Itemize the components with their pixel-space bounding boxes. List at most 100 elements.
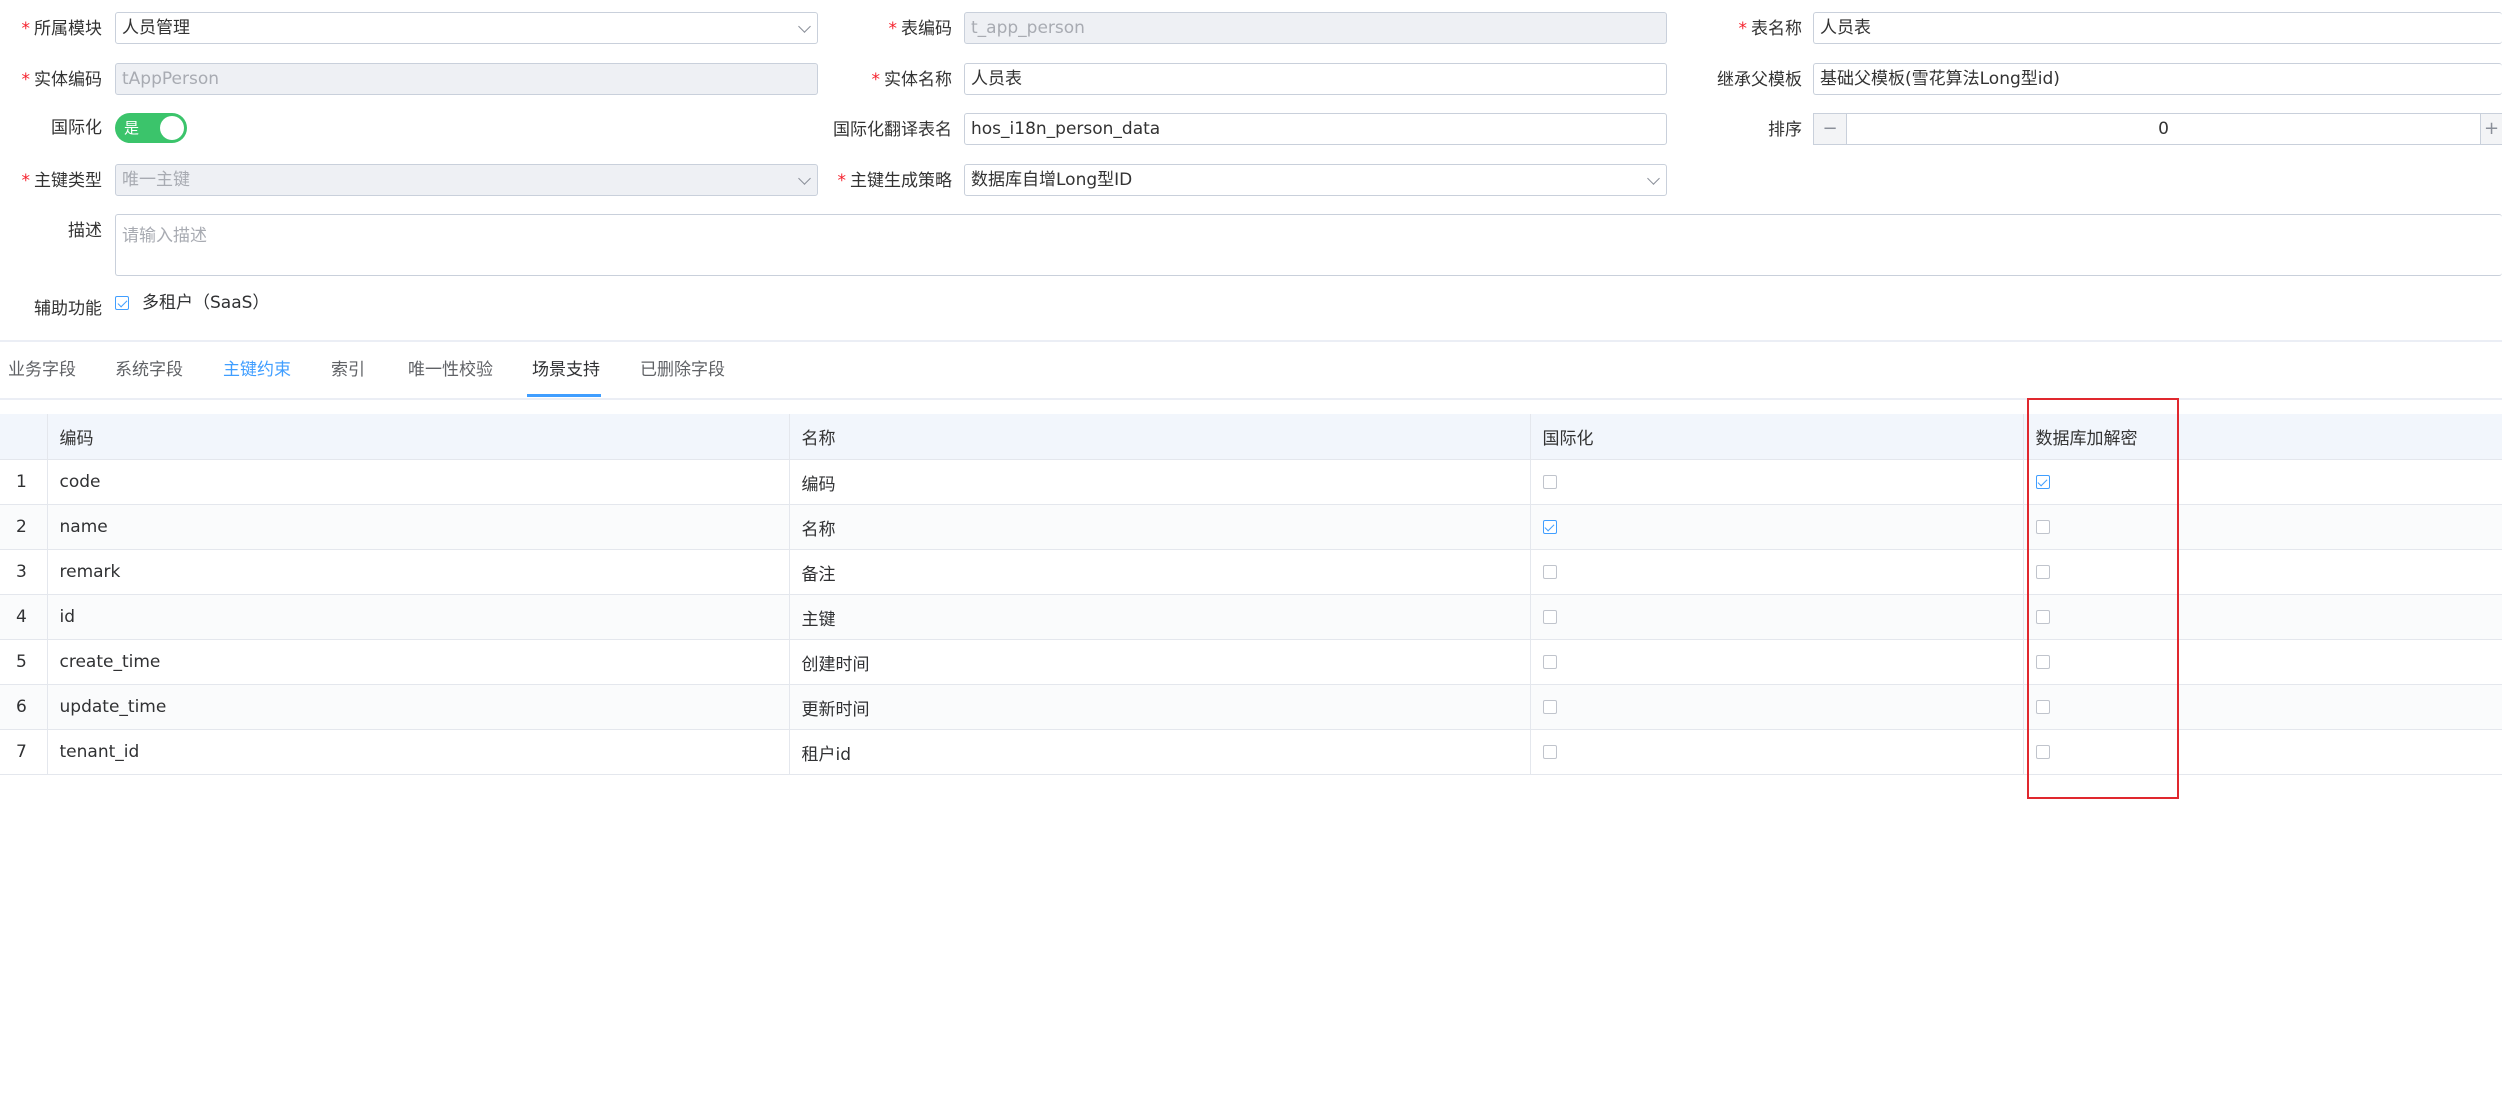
i18n-table-input[interactable]: hos_i18n_person_data bbox=[964, 113, 1667, 145]
module-select[interactable]: 人员管理 bbox=[115, 12, 818, 44]
encrypt-checkbox[interactable] bbox=[2035, 475, 2050, 489]
row-encrypt-cell bbox=[2023, 639, 2502, 685]
switch-knob bbox=[160, 116, 184, 140]
table-header-row: 编码 名称 国际化 数据库加解密 bbox=[0, 414, 2502, 460]
pk-type-select[interactable]: 唯一主键 bbox=[115, 164, 818, 196]
encrypt-checkbox[interactable] bbox=[2035, 520, 2050, 534]
row-encrypt-cell bbox=[2023, 459, 2502, 505]
section-divider bbox=[0, 340, 2502, 342]
tab-business-fields[interactable]: 业务字段 bbox=[8, 344, 76, 396]
row-index: 7 bbox=[0, 729, 48, 775]
tab-system-fields[interactable]: 系统字段 bbox=[115, 344, 183, 396]
tab-index[interactable]: 索引 bbox=[331, 344, 365, 396]
i18n-label: 国际化 bbox=[51, 118, 102, 138]
tab-pk-constraint[interactable]: 主键约束 bbox=[223, 344, 291, 396]
i18n-checkbox[interactable] bbox=[1542, 475, 1557, 489]
multi-tenant-checkbox[interactable] bbox=[115, 296, 129, 310]
pk-strategy-label: * 主键生成策略 bbox=[837, 171, 953, 191]
tab-scene-support[interactable]: 场景支持 bbox=[532, 344, 600, 396]
encrypt-checkbox[interactable] bbox=[2035, 565, 2050, 579]
entity-code-input[interactable]: tAppPerson bbox=[115, 63, 818, 95]
row-code: id bbox=[47, 594, 790, 640]
row-code: code bbox=[47, 459, 790, 505]
row-i18n-cell bbox=[1530, 639, 2024, 685]
row-code: name bbox=[47, 504, 790, 550]
table-row: 1 code 编码 bbox=[0, 459, 2502, 505]
header-name: 名称 bbox=[789, 414, 1531, 460]
multi-tenant-label[interactable]: 多租户（SaaS） bbox=[142, 289, 269, 317]
table-row: 2 name 名称 bbox=[0, 504, 2502, 550]
header-encrypt: 数据库加解密 bbox=[2023, 414, 2502, 460]
row-encrypt-cell bbox=[2023, 594, 2502, 640]
table-name-label: * 表名称 bbox=[1738, 19, 1803, 39]
chevron-down-icon bbox=[1647, 172, 1660, 185]
sort-label: 排序 bbox=[1768, 120, 1802, 140]
active-tab-indicator bbox=[527, 394, 601, 397]
description-textarea[interactable]: 请输入描述 bbox=[115, 214, 2502, 276]
description-label: 描述 bbox=[68, 221, 102, 241]
i18n-checkbox[interactable] bbox=[1542, 745, 1557, 759]
i18n-checkbox[interactable] bbox=[1542, 655, 1557, 669]
header-i18n: 国际化 bbox=[1530, 414, 2024, 460]
row-encrypt-cell bbox=[2023, 549, 2502, 595]
row-name: 编码 bbox=[789, 459, 1531, 505]
encrypt-checkbox[interactable] bbox=[2035, 610, 2050, 624]
row-name: 租户id bbox=[789, 729, 1531, 775]
table-row: 7 tenant_id 租户id bbox=[0, 729, 2502, 775]
row-index: 4 bbox=[0, 594, 48, 640]
entity-code-label: * 实体编码 bbox=[21, 70, 103, 90]
row-name: 创建时间 bbox=[789, 639, 1531, 685]
aux-label: 辅助功能 bbox=[34, 299, 102, 319]
chevron-down-icon bbox=[798, 20, 811, 33]
i18n-checkbox[interactable] bbox=[1542, 610, 1557, 624]
table-row: 3 remark 备注 bbox=[0, 549, 2502, 595]
row-name: 主键 bbox=[789, 594, 1531, 640]
tab-uniqueness[interactable]: 唯一性校验 bbox=[408, 344, 493, 396]
header-code: 编码 bbox=[47, 414, 790, 460]
header-index bbox=[0, 414, 48, 460]
module-label: * 所属模块 bbox=[21, 19, 103, 39]
row-encrypt-cell bbox=[2023, 684, 2502, 730]
row-code: update_time bbox=[47, 684, 790, 730]
row-index: 1 bbox=[0, 459, 48, 505]
sort-decrement-button[interactable]: − bbox=[1813, 113, 1847, 145]
encrypt-checkbox[interactable] bbox=[2035, 745, 2050, 759]
i18n-checkbox[interactable] bbox=[1542, 520, 1557, 534]
row-index: 2 bbox=[0, 504, 48, 550]
parent-template-select[interactable]: 基础父模板(雪花算法Long型id) bbox=[1813, 63, 2502, 95]
row-name: 名称 bbox=[789, 504, 1531, 550]
i18n-checkbox[interactable] bbox=[1542, 700, 1557, 714]
tab-bar: 业务字段 系统字段 主键约束 索引 唯一性校验 场景支持 已删除字段 bbox=[0, 344, 2502, 400]
sort-input[interactable]: 0 bbox=[1846, 113, 2481, 145]
row-index: 3 bbox=[0, 549, 48, 595]
table-code-input[interactable]: t_app_person bbox=[964, 12, 1667, 44]
pk-type-label: * 主键类型 bbox=[21, 171, 103, 191]
row-code: remark bbox=[47, 549, 790, 595]
table-row: 5 create_time 创建时间 bbox=[0, 639, 2502, 685]
row-encrypt-cell bbox=[2023, 729, 2502, 775]
row-code: create_time bbox=[47, 639, 790, 685]
row-name: 更新时间 bbox=[789, 684, 1531, 730]
i18n-switch[interactable]: 是 bbox=[115, 113, 187, 143]
row-i18n-cell bbox=[1530, 594, 2024, 640]
row-encrypt-cell bbox=[2023, 504, 2502, 550]
row-i18n-cell bbox=[1530, 549, 2024, 595]
encrypt-checkbox[interactable] bbox=[2035, 700, 2050, 714]
encrypt-checkbox[interactable] bbox=[2035, 655, 2050, 669]
row-index: 5 bbox=[0, 639, 48, 685]
table-code-label: * 表编码 bbox=[888, 19, 953, 39]
sort-increment-button[interactable]: + bbox=[2480, 113, 2502, 145]
table-row: 6 update_time 更新时间 bbox=[0, 684, 2502, 730]
i18n-table-label: 国际化翻译表名 bbox=[833, 120, 952, 140]
pk-strategy-select[interactable]: 数据库自增Long型ID bbox=[964, 164, 1667, 196]
row-index: 6 bbox=[0, 684, 48, 730]
entity-name-input[interactable]: 人员表 bbox=[964, 63, 1667, 95]
field-table: 编码 名称 国际化 数据库加解密 1 code 编码 2 name 名称 3 remark 备注… bbox=[0, 414, 2502, 775]
tab-deleted-fields[interactable]: 已删除字段 bbox=[640, 344, 725, 396]
row-code: tenant_id bbox=[47, 729, 790, 775]
table-name-input[interactable]: 人员表 bbox=[1813, 12, 2502, 44]
i18n-checkbox[interactable] bbox=[1542, 565, 1557, 579]
row-i18n-cell bbox=[1530, 684, 2024, 730]
i18n-switch-text: 是 bbox=[124, 119, 140, 137]
row-i18n-cell bbox=[1530, 459, 2024, 505]
